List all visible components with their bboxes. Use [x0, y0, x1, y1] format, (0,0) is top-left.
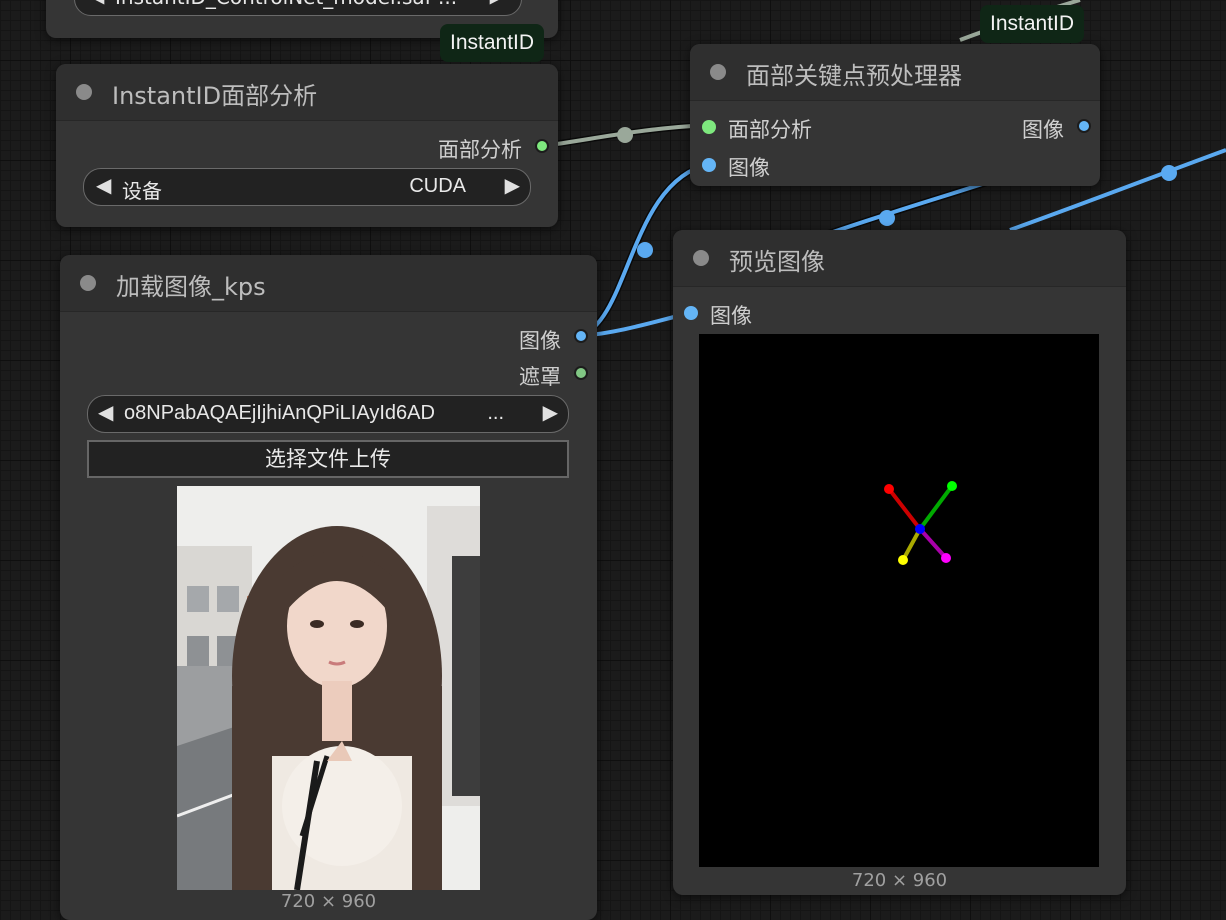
arrow-left-icon[interactable]: ◀ — [89, 0, 104, 7]
image-input-label: 图像 — [710, 304, 752, 328]
portrait-photo — [177, 486, 480, 890]
arrow-right-icon[interactable]: ▶ — [505, 173, 520, 197]
mask-output-label: 遮罩 — [519, 365, 561, 389]
node-title: 加载图像_kps — [116, 273, 266, 301]
collapse-dot-icon[interactable] — [693, 250, 709, 266]
image-output-slot[interactable] — [574, 329, 588, 343]
image-input-label: 图像 — [728, 156, 770, 180]
node-title: 面部关键点预处理器 — [746, 62, 962, 90]
face-analysis-input-label: 面部分析 — [728, 118, 812, 142]
face-analysis-output-label: 面部分析 — [438, 138, 522, 162]
face-keypoints-image — [884, 481, 957, 565]
controlnet-model-value: InstantID_ControlNet_model.saf ... — [115, 0, 457, 9]
arrow-right-icon[interactable]: ▶ — [543, 400, 558, 424]
face-analysis-output-slot[interactable] — [535, 139, 549, 153]
device-value: CUDA — [409, 175, 466, 197]
filename-ellipsis: ... — [487, 402, 504, 424]
face-analysis-wire — [541, 121, 711, 150]
arrow-left-icon[interactable]: ◀ — [98, 400, 113, 424]
collapse-dot-icon[interactable] — [80, 275, 96, 291]
preview-image-node[interactable]: 预览图像 图像 720 × 960 — [673, 230, 1126, 895]
arrow-left-icon[interactable]: ◀ — [96, 173, 111, 197]
face-analysis-node[interactable]: InstantID面部分析 面部分析 ◀ 设备 CUDA ▶ — [56, 64, 558, 227]
image-input-slot[interactable] — [684, 306, 698, 320]
mask-output-slot[interactable] — [574, 366, 588, 380]
upload-button-label: 选择文件上传 — [265, 447, 391, 471]
image-filename: o8NPabAQAEjIjhiAnQPiLIAyId6AD — [124, 402, 435, 424]
image-output-label: 图像 — [519, 329, 561, 353]
image-file-select[interactable]: ◀ o8NPabAQAEjIjhiAnQPiLIAyId6AD ... ▶ — [87, 395, 569, 433]
loaded-image-preview — [177, 486, 480, 890]
collapse-dot-icon[interactable] — [710, 64, 726, 80]
instantid-output-badge: InstantID — [440, 24, 545, 62]
face-analysis-title-bar[interactable]: InstantID面部分析 — [56, 64, 558, 121]
upload-button[interactable]: 选择文件上传 — [87, 440, 569, 478]
controlnet-model-select[interactable]: ◀ InstantID_ControlNet_model.saf ... ▶ — [74, 0, 522, 16]
face-keypoint-preprocessor-node[interactable]: 面部关键点预处理器 面部分析 图像 图像 — [690, 44, 1100, 186]
image-output-label: 图像 — [1022, 118, 1064, 142]
load-image-title-bar[interactable]: 加载图像_kps — [60, 255, 597, 312]
instantid-input-badge: InstantID — [980, 5, 1085, 43]
image-input-slot[interactable] — [702, 158, 716, 172]
image-dimensions: 720 × 960 — [280, 891, 377, 912]
keypoint-title-bar[interactable]: 面部关键点预处理器 — [690, 44, 1100, 101]
load-image-node[interactable]: 加载图像_kps 图像 遮罩 ◀ o8NPabAQAEjIjhiAnQPiLIA… — [60, 255, 597, 920]
preview-dimensions: 720 × 960 — [851, 870, 948, 891]
node-title: 预览图像 — [729, 248, 825, 276]
arrow-right-icon[interactable]: ▶ — [490, 0, 505, 7]
collapse-dot-icon[interactable] — [76, 84, 92, 100]
image-output-slot[interactable] — [1077, 119, 1091, 133]
device-select[interactable]: ◀ 设备 CUDA ▶ — [83, 168, 531, 206]
face-analysis-input-slot[interactable] — [702, 120, 716, 134]
node-title: InstantID面部分析 — [112, 82, 318, 110]
preview-title-bar[interactable]: 预览图像 — [673, 230, 1126, 287]
preview-canvas — [699, 334, 1099, 867]
device-label: 设备 — [122, 179, 162, 203]
